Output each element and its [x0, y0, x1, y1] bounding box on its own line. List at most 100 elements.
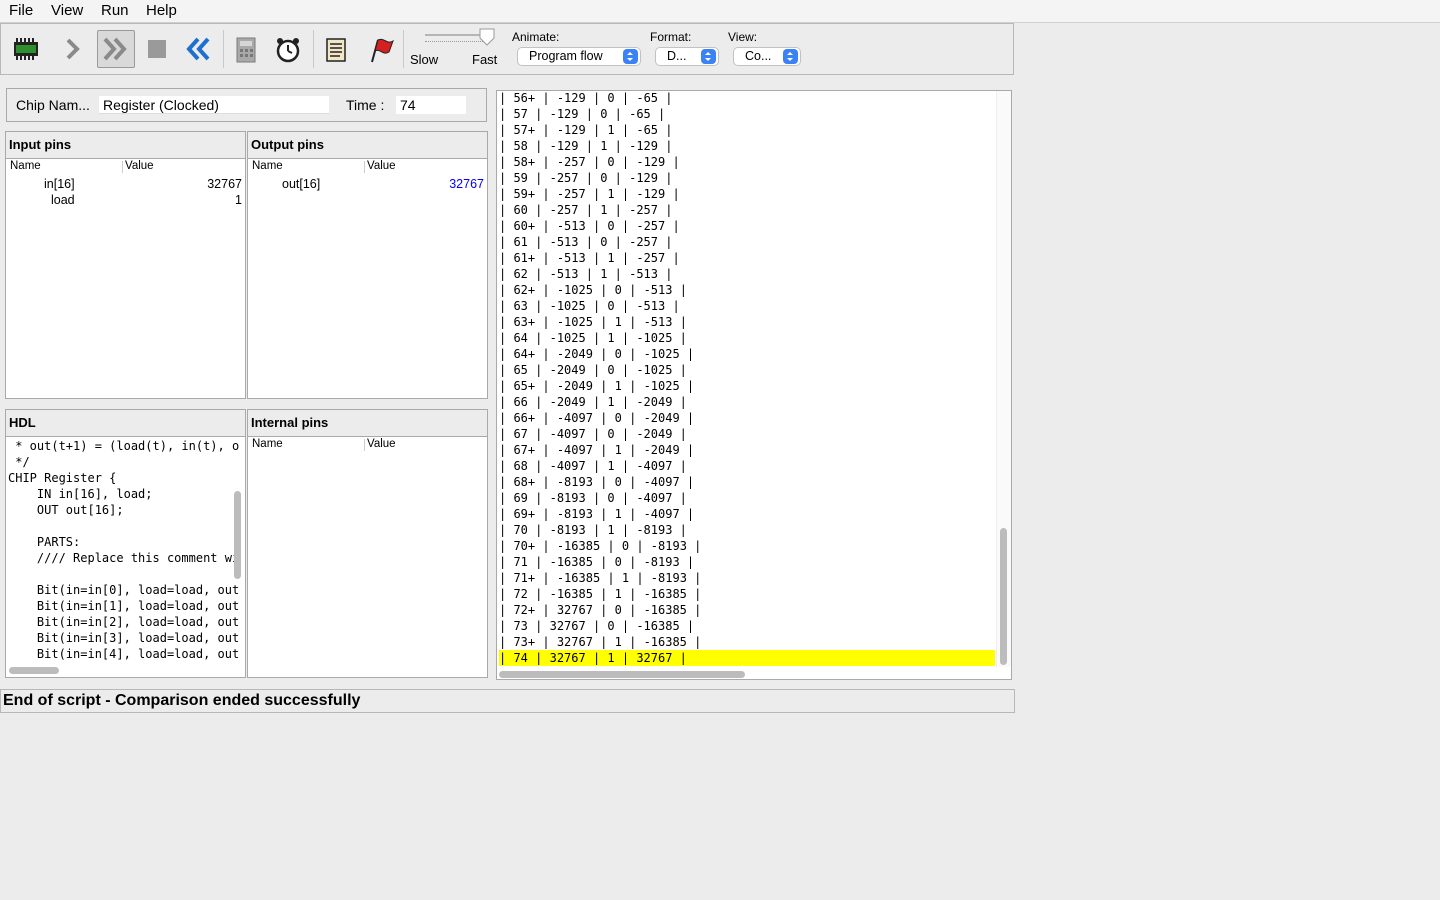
comparison-row[interactable]: | 62 | -513 | 1 | -513 | [499, 266, 672, 282]
comparison-row[interactable]: | 57 | -129 | 0 | -65 | [499, 106, 665, 122]
comparison-cell: -8193 [556, 507, 593, 521]
comparison-row[interactable]: | 72 | -16385 | 1 | -16385 | [499, 586, 701, 602]
comparison-horizontal-scrollbar[interactable] [499, 671, 745, 678]
calculator-button[interactable] [230, 33, 262, 65]
hdl-horizontal-scrollbar[interactable] [9, 667, 59, 674]
column-separator: | [614, 363, 637, 377]
column-separator: | [535, 219, 557, 233]
view-select[interactable]: Co... [733, 47, 801, 66]
pin-value[interactable]: 32767 [207, 177, 242, 191]
hdl-code-line[interactable]: PARTS: [8, 535, 80, 549]
comparison-row[interactable]: | 58 | -129 | 1 | -129 | [499, 138, 672, 154]
comparison-row[interactable]: | 69 | -8193 | 0 | -4097 | [499, 490, 687, 506]
hdl-code-line[interactable]: Bit(in=in[0], load=load, out [8, 583, 239, 597]
column-header-value[interactable]: Value [125, 160, 154, 172]
comparison-row[interactable]: | 66 | -2049 | 1 | -2049 | [499, 394, 687, 410]
pin-name[interactable]: load [51, 193, 75, 207]
rewind-button[interactable] [181, 33, 213, 65]
column-header-value[interactable]: Value [367, 438, 396, 450]
animate-select[interactable]: Program flow [517, 47, 641, 66]
clock-button[interactable] [271, 33, 303, 65]
comparison-row[interactable]: | 68 | -4097 | 1 | -4097 | [499, 458, 687, 474]
fast-forward-button[interactable] [97, 30, 135, 68]
hdl-code-line[interactable]: Bit(in=in[2], load=load, out [8, 615, 239, 629]
comparison-row[interactable]: | 62+ | -1025 | 0 | -513 | [499, 282, 687, 298]
menu-file[interactable]: File [9, 2, 33, 19]
time-field[interactable]: 74 [396, 96, 466, 114]
comparison-row[interactable]: | 59 | -257 | 0 | -129 | [499, 170, 672, 186]
comparison-row[interactable]: | 67 | -4097 | 0 | -2049 | [499, 426, 687, 442]
status-bar: End of script - Comparison ended success… [0, 689, 1015, 713]
hdl-code-line[interactable]: * out(t+1) = (load(t), in(t), o [8, 439, 239, 453]
column-separator: | [621, 587, 644, 601]
breakpoint-button[interactable] [362, 33, 394, 65]
internal-pins-table[interactable]: Name Value [248, 436, 487, 677]
hdl-code-line[interactable]: CHIP Register { [8, 471, 116, 485]
comparison-row[interactable]: | 60+ | -513 | 0 | -257 | [499, 218, 680, 234]
hdl-vertical-scrollbar[interactable] [234, 491, 241, 579]
comparison-row[interactable]: | 63+ | -1025 | 1 | -513 | [499, 314, 687, 330]
comparison-row[interactable]: | 56+ | -129 | 0 | -65 | [499, 90, 672, 106]
comparison-row[interactable]: | 59+ | -257 | 1 | -129 | [499, 186, 680, 202]
comparison-row[interactable]: | 61 | -513 | 0 | -257 | [499, 234, 672, 250]
pin-name[interactable]: in[16] [44, 177, 75, 191]
comparison-row[interactable]: | 57+ | -129 | 1 | -65 | [499, 122, 672, 138]
stop-button[interactable] [141, 33, 173, 65]
comparison-row[interactable]: | 68+ | -8193 | 0 | -4097 | [499, 474, 694, 490]
script-button[interactable] [320, 33, 352, 65]
comparison-row[interactable]: | 72+ | 32767 | 0 | -16385 | [499, 602, 701, 618]
hdl-text-area[interactable]: * out(t+1) = (load(t), in(t), o */ CHIP R… [6, 436, 245, 677]
comparison-row[interactable]: | 70 | -8193 | 1 | -8193 | [499, 522, 687, 538]
comparison-row-current[interactable]: | 74 | 32767 | 1 | 32767 | [499, 650, 995, 666]
column-header-name[interactable]: Name [252, 160, 283, 172]
comparison-row[interactable]: | 67+ | -4097 | 1 | -2049 | [499, 442, 694, 458]
chip-name-field[interactable]: Register (Clocked) [99, 96, 329, 114]
comparison-row[interactable]: | 65 | -2049 | 0 | -1025 | [499, 362, 687, 378]
hdl-code-line[interactable]: Bit(in=in[4], load=load, out [8, 647, 239, 661]
hdl-code-line[interactable]: Bit(in=in[1], load=load, out [8, 599, 239, 613]
speed-slider-track[interactable] [425, 34, 487, 36]
column-separator: | [535, 603, 557, 617]
column-header-value[interactable]: Value [367, 160, 396, 172]
comparison-vertical-scrollbar[interactable] [1000, 528, 1007, 665]
output-pins-table[interactable]: Name Value out[16] 32767 [248, 158, 487, 398]
format-select[interactable]: D... [655, 47, 719, 66]
column-separator: | [621, 379, 644, 393]
comparison-row[interactable]: | 73 | 32767 | 0 | -16385 | [499, 618, 694, 634]
comparison-row[interactable]: | 73+ | 32767 | 1 | -16385 | [499, 634, 701, 650]
comparison-row[interactable]: | 66+ | -4097 | 0 | -2049 | [499, 410, 694, 426]
comparison-row[interactable]: | 60 | -257 | 1 | -257 | [499, 202, 672, 218]
speed-slider-thumb[interactable] [479, 28, 495, 46]
comparison-row[interactable]: | 64+ | -2049 | 0 | -1025 | [499, 346, 694, 362]
pin-value[interactable]: 1 [235, 193, 242, 207]
comparison-row[interactable]: | 65+ | -2049 | 1 | -1025 | [499, 378, 694, 394]
column-separator: | [679, 347, 695, 361]
single-step-button[interactable] [56, 33, 88, 65]
comparison-row[interactable]: | 71+ | -16385 | 1 | -8193 | [499, 570, 701, 586]
comparison-row[interactable]: | 58+ | -257 | 0 | -129 | [499, 154, 680, 170]
column-header-name[interactable]: Name [10, 160, 41, 172]
input-pins-table[interactable]: Name Value in[16] 32767 load 1 [6, 158, 245, 398]
hdl-code-line[interactable]: IN in[16], load; [8, 487, 153, 501]
pin-name[interactable]: out[16] [282, 177, 320, 191]
menu-view[interactable]: View [51, 2, 83, 19]
comparison-row[interactable]: | 70+ | -16385 | 0 | -8193 | [499, 538, 701, 554]
comparison-vertical-scroll-track[interactable] [996, 91, 1011, 667]
comparison-row[interactable]: | 61+ | -513 | 1 | -257 | [499, 250, 680, 266]
column-separator: | [614, 651, 637, 665]
column-separator: | [607, 203, 630, 217]
column-header-name[interactable]: Name [252, 438, 283, 450]
hdl-code-line[interactable]: Bit(in=in[3], load=load, out [8, 631, 239, 645]
comparison-row[interactable]: | 69+ | -8193 | 1 | -4097 | [499, 506, 694, 522]
hdl-code-line[interactable]: //// Replace this comment wi [8, 551, 239, 565]
comparison-text-area[interactable]: | 56+ | -129 | 0 | -65 | | 57 | -129 | 0 … [497, 90, 997, 666]
pin-value[interactable]: 32767 [449, 177, 484, 191]
comparison-row[interactable]: | 63 | -1025 | 0 | -513 | [499, 298, 680, 314]
comparison-row[interactable]: | 71 | -16385 | 0 | -8193 | [499, 554, 694, 570]
hdl-code-line[interactable]: OUT out[16]; [8, 503, 124, 517]
menu-help[interactable]: Help [146, 2, 177, 19]
comparison-row[interactable]: | 64 | -1025 | 1 | -1025 | [499, 330, 687, 346]
hdl-code-line[interactable]: */ [8, 455, 29, 469]
menu-run[interactable]: Run [101, 2, 129, 19]
load-chip-button[interactable] [9, 33, 41, 65]
